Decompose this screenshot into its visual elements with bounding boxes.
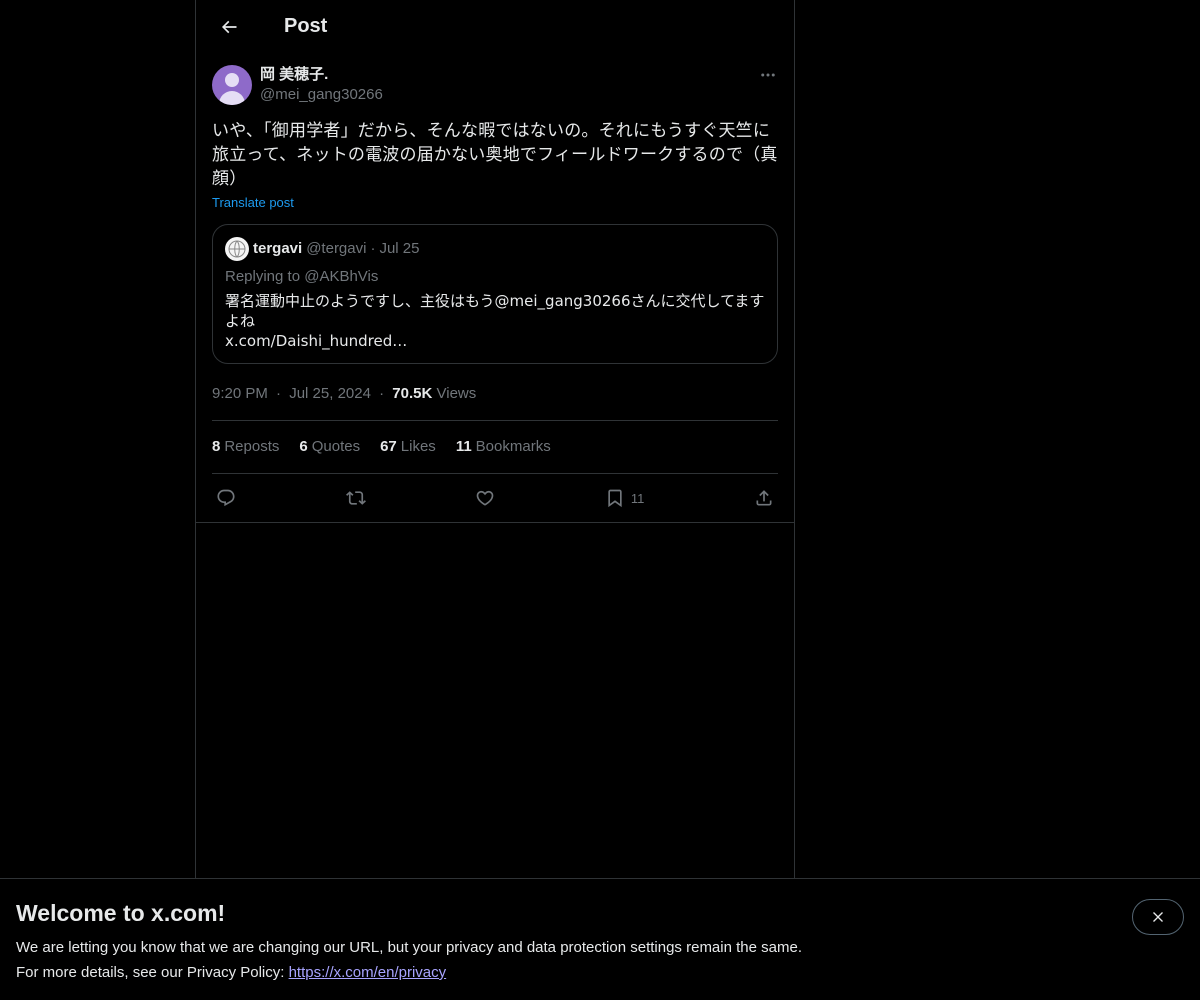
quote-date: Jul 25 (379, 240, 420, 257)
quote-text: 署名運動中止のようですし、主役はもう@mei_gang30266さんに交代してま… (225, 291, 765, 351)
heart-icon (476, 490, 494, 506)
main-column: Post 岡 美穂子. @mei_gang30266 いや、「御用学者」だから、… (195, 0, 795, 1000)
arrow-left-icon (221, 20, 237, 33)
banner-message: We are letting you know that we are chan… (16, 939, 802, 956)
quote-handle: @tergavi (306, 240, 367, 257)
avatar[interactable] (212, 65, 252, 105)
stats-row: 8 Reposts 6 Quotes 67 Likes 11 Bookmarks (212, 421, 778, 474)
quote-avatar (225, 237, 249, 261)
quote-display-name: tergavi (253, 240, 303, 257)
more-horizontal-icon (761, 73, 775, 77)
author-row: 岡 美穂子. @mei_gang30266 (212, 65, 778, 105)
banner-title: Welcome to x.com! (16, 900, 226, 926)
quote-text-line: 署名運動中止のようですし、主役はもう@mei_gang30266さんに交代してま… (225, 292, 765, 330)
close-icon (1153, 912, 1163, 922)
top-bar: Post (196, 0, 794, 53)
stat-quotes[interactable]: 6 Quotes (299, 437, 360, 457)
author-meta: 岡 美穂子. @mei_gang30266 (260, 65, 383, 105)
close-banner-button[interactable] (1132, 899, 1184, 935)
share-button[interactable] (754, 488, 774, 508)
quoted-post-header: tergavi @tergavi · Jul 25 (225, 237, 765, 261)
bookmark-count: 11 (630, 490, 645, 506)
translate-post-link[interactable]: Translate post (212, 195, 294, 210)
post-time[interactable]: 9:20 PM (212, 385, 268, 402)
bookmark-button[interactable]: 11 (605, 488, 645, 508)
separator-dot: · (379, 385, 385, 402)
replying-to: Replying to @AKBhVis (225, 268, 379, 285)
repost-button[interactable] (345, 488, 366, 508)
stat-reposts[interactable]: 8 Reposts (212, 437, 279, 457)
actions-row: 11 (212, 474, 778, 522)
more-options-button[interactable] (758, 65, 778, 85)
stat-likes[interactable]: 67 Likes (380, 437, 436, 457)
separator-dot: · (370, 240, 376, 257)
share-icon (756, 490, 772, 506)
author-handle[interactable]: @mei_gang30266 (260, 85, 383, 105)
stat-bookmarks[interactable]: 11 Bookmarks (456, 437, 551, 457)
views-count: 70.5K (392, 385, 433, 402)
quoted-post[interactable]: tergavi @tergavi · Jul 25 Replying to @A… (212, 224, 778, 364)
banner-privacy-line: For more details, see our Privacy Policy… (16, 960, 1184, 985)
separator-dot: · (276, 385, 282, 402)
post-text: いや、「御用学者」だから、そんな暇ではないの。それにもうすぐ天竺に旅立って、ネッ… (212, 121, 778, 189)
author-display-name[interactable]: 岡 美穂子. (260, 65, 383, 85)
quote-link-text: x.com/Daishi_hundred… (225, 332, 408, 350)
reply-icon (217, 489, 235, 507)
post: 岡 美穂子. @mei_gang30266 いや、「御用学者」だから、そんな暇で… (196, 53, 794, 523)
back-button[interactable] (212, 10, 246, 44)
banner-privacy-prefix: For more details, see our Privacy Policy… (16, 964, 289, 981)
divider (196, 522, 794, 523)
page-title: Post (284, 15, 328, 37)
welcome-banner: Welcome to x.com! We are letting you kno… (0, 878, 1200, 1000)
bookmark-icon (608, 489, 622, 508)
globe-icon (228, 240, 246, 258)
repost-icon (345, 491, 366, 505)
post-date[interactable]: Jul 25, 2024 (289, 385, 371, 402)
views-label: Views (436, 385, 477, 402)
timestamp-row: 9:20 PM · Jul 25, 2024 · 70.5K Views (212, 384, 778, 421)
like-button[interactable] (475, 488, 495, 508)
reply-button[interactable] (216, 488, 236, 508)
privacy-policy-link[interactable]: https://x.com/en/privacy (289, 964, 447, 981)
